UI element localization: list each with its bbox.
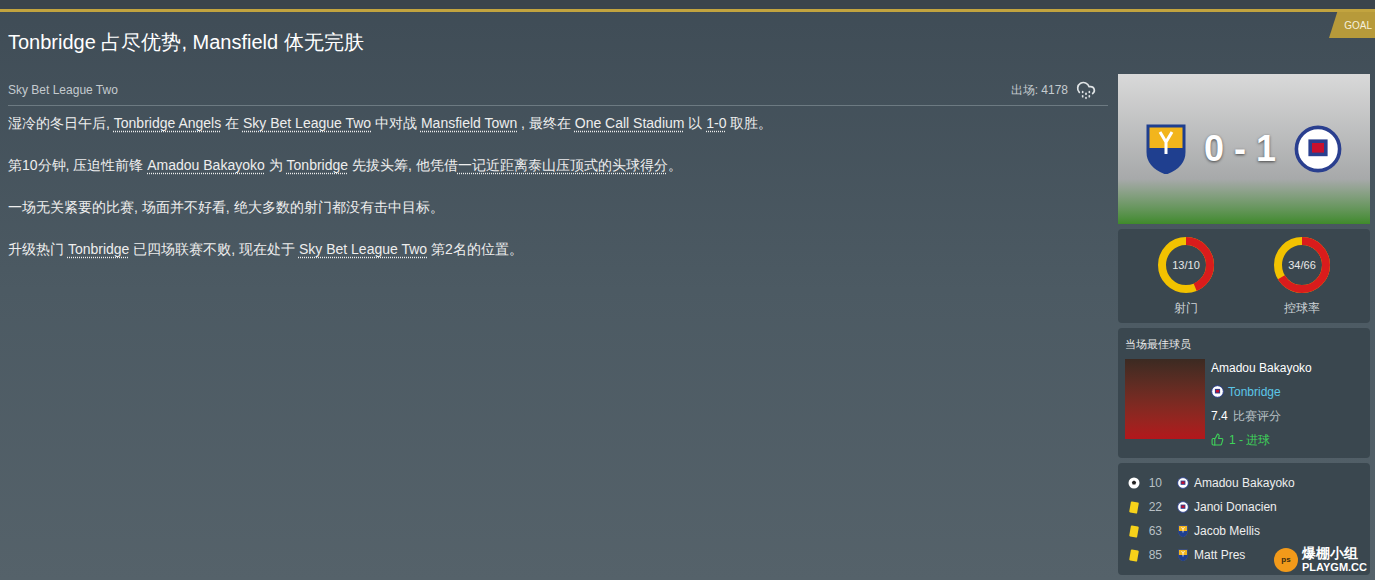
best-player-panel: 当场最佳球员Amadou BakayokoTonbridge7.4比赛评分1 -… <box>1118 328 1370 458</box>
player-name[interactable]: Amadou Bakayoko <box>1211 359 1312 377</box>
goal-badge: GOAL <box>1329 12 1375 38</box>
report-paragraph: 第10分钟, 压迫性前锋 Amadou Bakayoko 为 Tonbridge… <box>8 155 1108 175</box>
event-player[interactable]: Janoi Donacien <box>1192 498 1277 516</box>
report-link[interactable]: Tonbridge <box>68 241 130 257</box>
report-link[interactable]: Sky Bet League Two <box>243 115 371 131</box>
event-row: 10 Amadou Bakayoko <box>1126 471 1362 495</box>
event-minute: 85 <box>1142 546 1174 564</box>
yellow-card-icon <box>1129 525 1139 537</box>
score-card: 0 - 1 <box>1118 74 1370 224</box>
report-link[interactable]: Sky Bet League Two <box>299 241 427 257</box>
stat-donut: 13/10射门 <box>1156 235 1216 317</box>
competition-label: Sky Bet League Two <box>8 81 118 99</box>
stat-donut: 34/66控球率 <box>1272 235 1332 317</box>
player-team[interactable]: Tonbridge <box>1228 383 1281 401</box>
yellow-card-icon <box>1129 549 1139 561</box>
tonbridge-badge-icon <box>1177 477 1189 489</box>
event-row: 22 Janoi Donacien <box>1126 495 1362 519</box>
report-link[interactable]: 一记近距离泰山压顶式的头球得分 <box>458 157 668 173</box>
stats-panel: 13/10射门 34/66控球率 <box>1118 229 1370 323</box>
match-report-screen: GOALTonbridge 占尽优势, Mansfield 体无完肤Sky Be… <box>0 0 1375 580</box>
report-paragraph: 升级热门 Tonbridge 已四场联赛不败, 现在处于 Sky Bet Lea… <box>8 239 1108 259</box>
event-player[interactable]: Matt Pres <box>1192 546 1245 564</box>
best-player-heading: 当场最佳球员 <box>1125 336 1363 353</box>
football-icon <box>1128 477 1140 489</box>
tonbridge-badge-icon <box>1211 385 1224 398</box>
tonbridge-badge-icon <box>1177 501 1189 513</box>
event-minute: 63 <box>1142 522 1174 540</box>
tonbridge-badge-icon <box>1294 125 1342 173</box>
report-link[interactable]: Mansfield Town <box>421 115 517 131</box>
player-goals: 1 - 进球 <box>1229 431 1270 449</box>
mansfield-badge-icon <box>1178 549 1188 562</box>
accent-bar <box>0 9 1375 12</box>
report-body: Sky Bet League Two 出场: 4178 湿冷的冬日午后, Tonbr… <box>0 74 1118 575</box>
watermark-logo-icon: ps <box>1274 548 1298 572</box>
report-paragraph: 湿冷的冬日午后, Tonbridge Angels 在 Sky Bet Leag… <box>8 113 1108 133</box>
player-photo <box>1125 359 1205 439</box>
score: 0 - 1 <box>1204 122 1276 176</box>
report-link[interactable]: 1-0 <box>706 115 726 131</box>
watermark: ps爆棚小组PLAYGM.CC <box>1274 546 1367 574</box>
event-row: 63 Jacob Mellis <box>1126 519 1362 543</box>
event-minute: 10 <box>1142 474 1174 492</box>
mansfield-badge-icon <box>1146 124 1186 174</box>
stat-label: 控球率 <box>1284 299 1320 317</box>
thumbs-up-icon <box>1211 433 1224 446</box>
mansfield-badge-icon <box>1178 525 1188 538</box>
report-link[interactable]: Tonbridge <box>287 157 349 173</box>
attendance: 出场: 4178 <box>1011 81 1068 99</box>
report-paragraph: 一场无关紧要的比赛, 场面并不好看, 绝大多数的射门都没有击中目标。 <box>8 197 1108 217</box>
report-link[interactable]: One Call Stadium <box>575 115 685 131</box>
side-panel: 0 - 1 13/10射门 34/66控球率当场最佳球员 Amadou Bakayok… <box>1118 74 1370 575</box>
player-rating: 7.4 <box>1211 407 1228 425</box>
report-link[interactable]: Amadou Bakayoko <box>147 157 265 173</box>
event-player[interactable]: Amadou Bakayoko <box>1192 474 1295 492</box>
event-minute: 22 <box>1142 498 1174 516</box>
report-title: Tonbridge 占尽优势, Mansfield 体无完肤 <box>0 12 1375 74</box>
event-player[interactable]: Jacob Mellis <box>1192 522 1260 540</box>
stat-label: 射门 <box>1174 299 1198 317</box>
weather-icon <box>1076 80 1096 100</box>
report-link[interactable]: Tonbridge Angels <box>114 115 221 131</box>
yellow-card-icon <box>1129 501 1139 513</box>
